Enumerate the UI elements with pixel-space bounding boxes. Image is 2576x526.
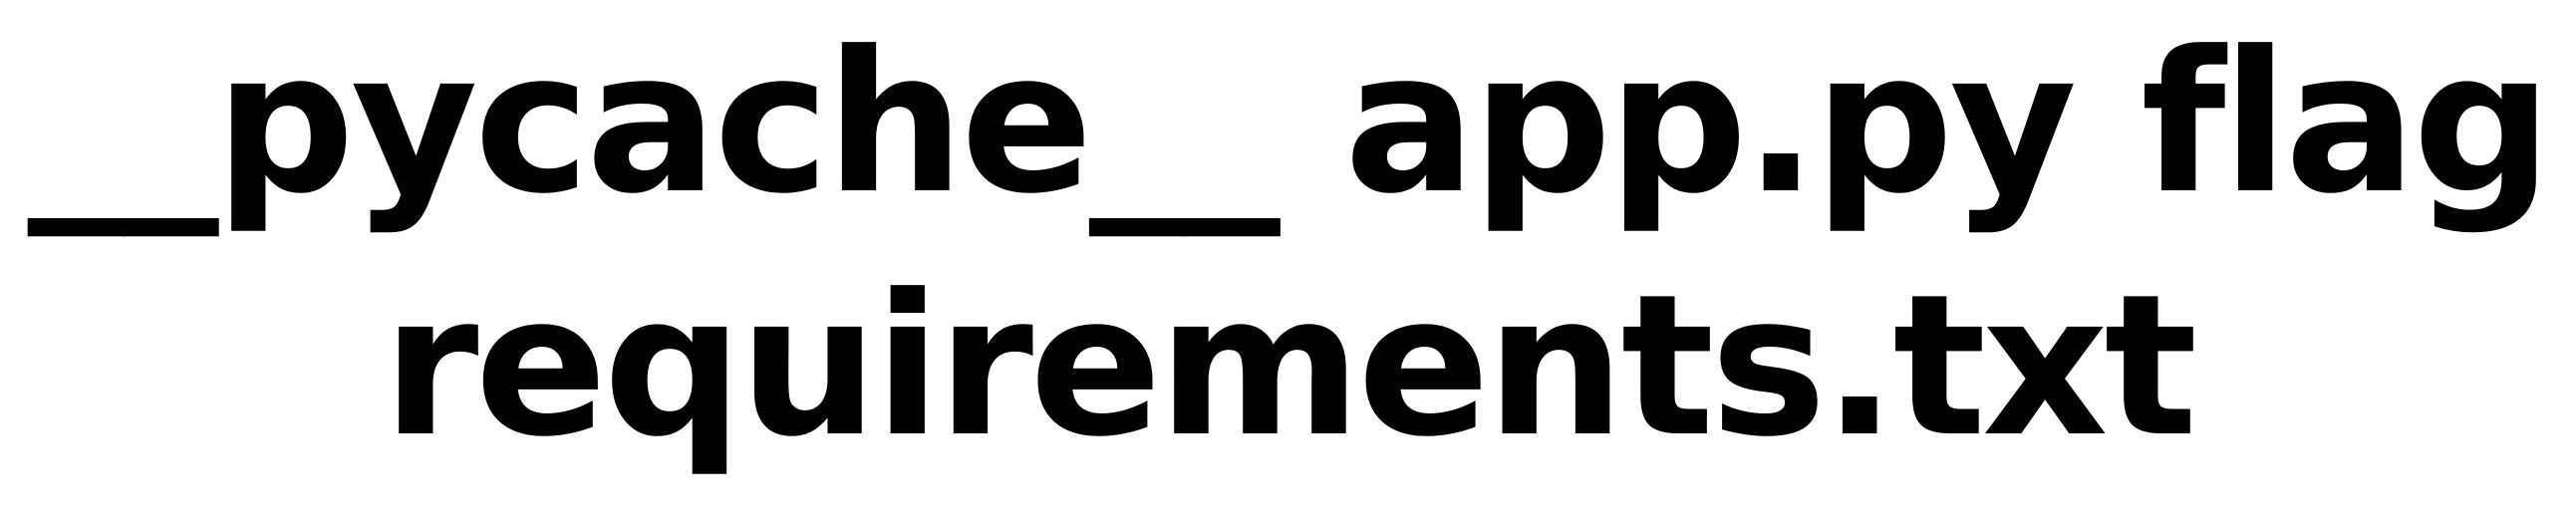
file-entry-app-py[interactable]: app.py bbox=[1344, 8, 2077, 239]
folder-entry-pycache[interactable]: __pycache__ bbox=[28, 8, 1281, 239]
directory-listing: __pycache__ app.py flag requirements.txt bbox=[0, 0, 2576, 526]
listing-row: __pycache__ app.py flag bbox=[0, 8, 2576, 239]
listing-row: requirements.txt bbox=[349, 251, 2228, 490]
file-entry-flag[interactable]: flag bbox=[2141, 8, 2552, 239]
file-entry-requirements-txt[interactable]: requirements.txt bbox=[383, 251, 2198, 482]
